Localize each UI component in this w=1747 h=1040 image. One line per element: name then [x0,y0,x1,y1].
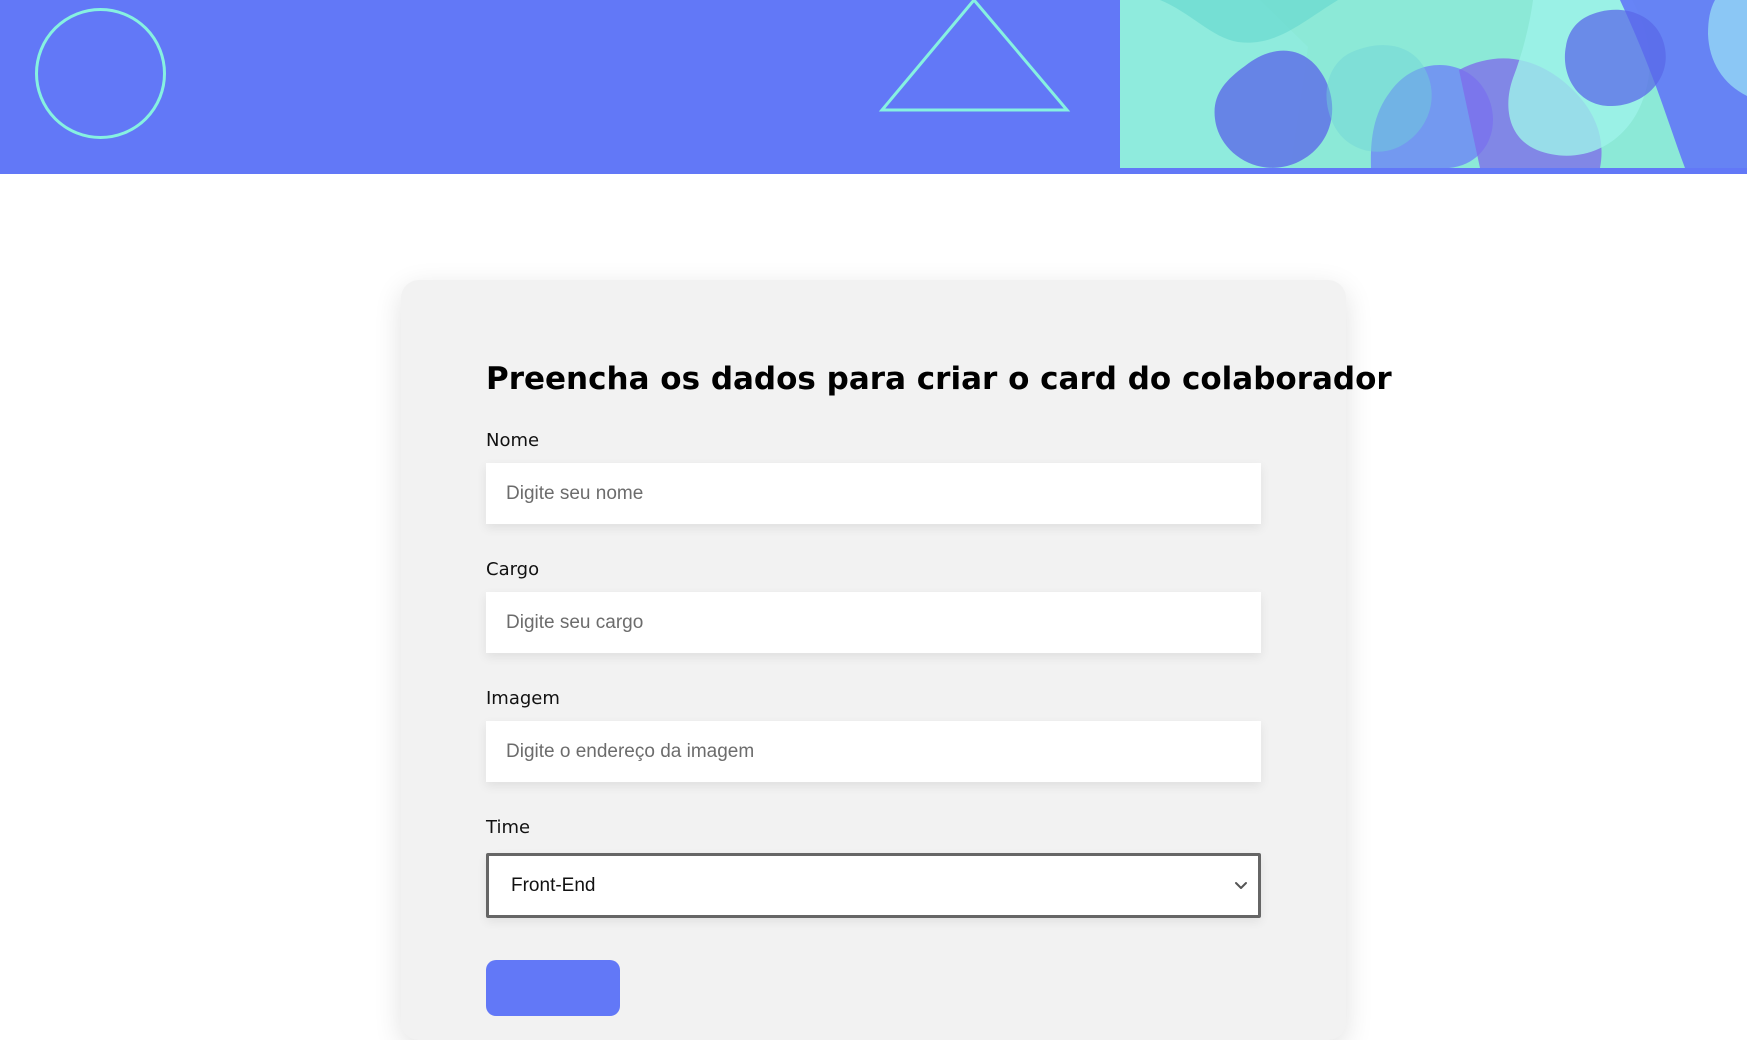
form-title: Preencha os dados para criar o card do c… [486,361,1392,397]
image-label: Imagem [486,688,560,709]
hero-banner [0,0,1747,174]
team-select[interactable]: Front-End [486,853,1261,918]
team-photo [1120,0,1747,168]
name-input[interactable] [486,463,1261,524]
image-url-input[interactable] [486,721,1261,782]
role-input[interactable] [486,592,1261,653]
role-label: Cargo [486,559,540,580]
name-label: Nome [486,430,540,451]
team-selected-value: Front-End [511,875,596,896]
create-card-button[interactable] [486,960,620,1016]
triangle-outline-icon [878,0,1071,112]
circle-outline-icon [35,8,166,139]
chevron-down-icon [1235,882,1247,889]
collaborator-form-card: Preencha os dados para criar o card do c… [401,280,1392,1040]
team-label: Time [486,817,531,838]
